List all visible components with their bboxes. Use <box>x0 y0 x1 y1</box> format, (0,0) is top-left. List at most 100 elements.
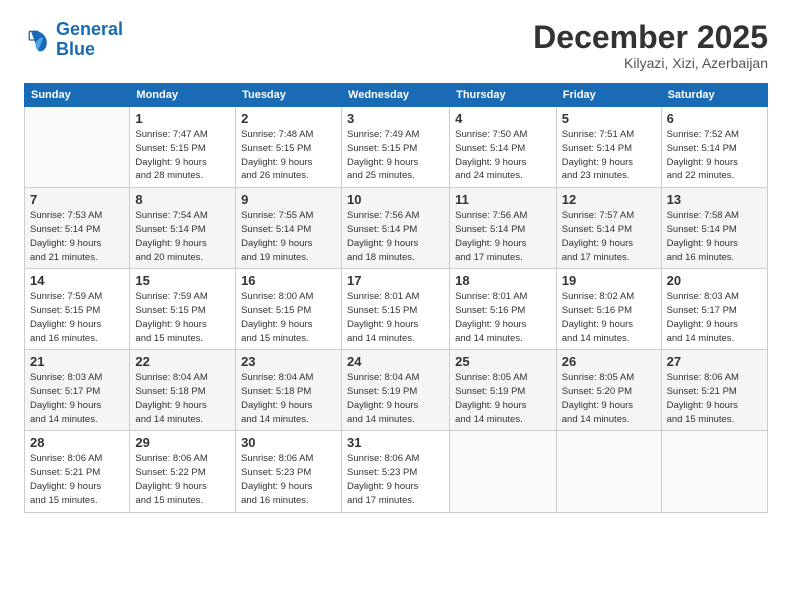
calendar-cell: 1 Sunrise: 7:47 AM Sunset: 5:15 PM Daylig… <box>130 107 236 188</box>
day-number: 17 <box>347 273 444 288</box>
day-info: Sunrise: 7:57 AM Sunset: 5:14 PM Dayligh… <box>562 209 656 264</box>
calendar-cell: 29 Sunrise: 8:06 AM Sunset: 5:22 PM Dayli… <box>130 431 236 512</box>
calendar-cell: 25 Sunrise: 8:05 AM Sunset: 5:19 PM Dayli… <box>450 350 557 431</box>
header-cell-saturday: Saturday <box>661 84 767 107</box>
day-info: Sunrise: 8:05 AM Sunset: 5:20 PM Dayligh… <box>562 371 656 426</box>
day-info: Sunrise: 7:52 AM Sunset: 5:14 PM Dayligh… <box>667 128 762 183</box>
day-number: 10 <box>347 192 444 207</box>
day-info: Sunrise: 8:06 AM Sunset: 5:21 PM Dayligh… <box>667 371 762 426</box>
day-info: Sunrise: 7:56 AM Sunset: 5:14 PM Dayligh… <box>347 209 444 264</box>
calendar-cell: 19 Sunrise: 8:02 AM Sunset: 5:16 PM Dayli… <box>556 269 661 350</box>
day-info: Sunrise: 8:06 AM Sunset: 5:22 PM Dayligh… <box>135 452 230 507</box>
day-info: Sunrise: 7:55 AM Sunset: 5:14 PM Dayligh… <box>241 209 336 264</box>
title-block: December 2025 Kilyazi, Xizi, Azerbaijan <box>533 20 768 71</box>
calendar-cell: 22 Sunrise: 8:04 AM Sunset: 5:18 PM Dayli… <box>130 350 236 431</box>
calendar-cell: 11 Sunrise: 7:56 AM Sunset: 5:14 PM Dayli… <box>450 188 557 269</box>
day-info: Sunrise: 7:56 AM Sunset: 5:14 PM Dayligh… <box>455 209 551 264</box>
day-info: Sunrise: 7:47 AM Sunset: 5:15 PM Dayligh… <box>135 128 230 183</box>
header-cell-friday: Friday <box>556 84 661 107</box>
calendar-cell: 18 Sunrise: 8:01 AM Sunset: 5:16 PM Dayli… <box>450 269 557 350</box>
calendar-cell <box>661 431 767 512</box>
day-number: 26 <box>562 354 656 369</box>
day-number: 12 <box>562 192 656 207</box>
day-info: Sunrise: 8:01 AM Sunset: 5:15 PM Dayligh… <box>347 290 444 345</box>
day-number: 8 <box>135 192 230 207</box>
day-number: 4 <box>455 111 551 126</box>
calendar-cell: 23Sunrise: 8:04 AM Sunset: 5:18 PM Dayli… <box>236 350 342 431</box>
day-number: 29 <box>135 435 230 450</box>
page: General Blue December 2025 Kilyazi, Xizi… <box>0 0 792 612</box>
day-info: Sunrise: 7:59 AM Sunset: 5:15 PM Dayligh… <box>30 290 124 345</box>
month-title: December 2025 <box>533 20 768 55</box>
day-info: Sunrise: 8:04 AM Sunset: 5:19 PM Dayligh… <box>347 371 444 426</box>
week-row: 21 Sunrise: 8:03 AM Sunset: 5:17 PM Dayli… <box>25 350 768 431</box>
day-number: 13 <box>667 192 762 207</box>
calendar-cell: 15 Sunrise: 7:59 AM Sunset: 5:15 PM Dayli… <box>130 269 236 350</box>
day-number: 19 <box>562 273 656 288</box>
day-info: Sunrise: 8:02 AM Sunset: 5:16 PM Dayligh… <box>562 290 656 345</box>
day-number: 3 <box>347 111 444 126</box>
day-info: Sunrise: 7:59 AM Sunset: 5:15 PM Dayligh… <box>135 290 230 345</box>
calendar-cell: 28Sunrise: 8:06 AM Sunset: 5:21 PM Dayli… <box>25 431 130 512</box>
calendar-cell <box>25 107 130 188</box>
logo-text: General Blue <box>56 20 123 60</box>
calendar-cell: 20 Sunrise: 8:03 AM Sunset: 5:17 PM Dayli… <box>661 269 767 350</box>
day-number: 30 <box>241 435 336 450</box>
calendar-cell <box>450 431 557 512</box>
header: General Blue December 2025 Kilyazi, Xizi… <box>24 20 768 71</box>
day-number: 25 <box>455 354 551 369</box>
calendar-cell: 30 Sunrise: 8:06 AM Sunset: 5:23 PM Dayli… <box>236 431 342 512</box>
day-info: Sunrise: 7:48 AM Sunset: 5:15 PM Dayligh… <box>241 128 336 183</box>
day-info: Sunrise: 8:04 AM Sunset: 5:18 PM Dayligh… <box>135 371 230 426</box>
calendar-cell: 8Sunrise: 7:54 AM Sunset: 5:14 PM Daylig… <box>130 188 236 269</box>
calendar-cell: 13 Sunrise: 7:58 AM Sunset: 5:14 PM Dayli… <box>661 188 767 269</box>
day-number: 18 <box>455 273 551 288</box>
calendar-cell: 12 Sunrise: 7:57 AM Sunset: 5:14 PM Dayli… <box>556 188 661 269</box>
day-number: 2 <box>241 111 336 126</box>
day-info: Sunrise: 7:53 AM Sunset: 5:14 PM Dayligh… <box>30 209 124 264</box>
day-number: 31 <box>347 435 444 450</box>
day-number: 14 <box>30 273 124 288</box>
header-cell-sunday: Sunday <box>25 84 130 107</box>
day-info: Sunrise: 8:03 AM Sunset: 5:17 PM Dayligh… <box>667 290 762 345</box>
location: Kilyazi, Xizi, Azerbaijan <box>533 55 768 71</box>
calendar-cell: 7 Sunrise: 7:53 AM Sunset: 5:14 PM Daylig… <box>25 188 130 269</box>
calendar-cell: 3 Sunrise: 7:49 AM Sunset: 5:15 PM Daylig… <box>342 107 450 188</box>
day-info: Sunrise: 7:58 AM Sunset: 5:14 PM Dayligh… <box>667 209 762 264</box>
day-info: Sunrise: 8:05 AM Sunset: 5:19 PM Dayligh… <box>455 371 551 426</box>
header-cell-tuesday: Tuesday <box>236 84 342 107</box>
week-row: 28Sunrise: 8:06 AM Sunset: 5:21 PM Dayli… <box>25 431 768 512</box>
calendar-table: SundayMondayTuesdayWednesdayThursdayFrid… <box>24 83 768 512</box>
calendar-cell: 27Sunrise: 8:06 AM Sunset: 5:21 PM Dayli… <box>661 350 767 431</box>
week-row: 14 Sunrise: 7:59 AM Sunset: 5:15 PM Dayli… <box>25 269 768 350</box>
calendar-cell: 16Sunrise: 8:00 AM Sunset: 5:15 PM Dayli… <box>236 269 342 350</box>
calendar-cell: 21 Sunrise: 8:03 AM Sunset: 5:17 PM Dayli… <box>25 350 130 431</box>
day-info: Sunrise: 8:00 AM Sunset: 5:15 PM Dayligh… <box>241 290 336 345</box>
calendar-cell: 31Sunrise: 8:06 AM Sunset: 5:23 PM Dayli… <box>342 431 450 512</box>
day-number: 7 <box>30 192 124 207</box>
day-number: 20 <box>667 273 762 288</box>
day-info: Sunrise: 8:06 AM Sunset: 5:21 PM Dayligh… <box>30 452 124 507</box>
day-info: Sunrise: 7:50 AM Sunset: 5:14 PM Dayligh… <box>455 128 551 183</box>
calendar-cell: 4 Sunrise: 7:50 AM Sunset: 5:14 PM Daylig… <box>450 107 557 188</box>
day-info: Sunrise: 7:49 AM Sunset: 5:15 PM Dayligh… <box>347 128 444 183</box>
day-number: 6 <box>667 111 762 126</box>
day-info: Sunrise: 7:51 AM Sunset: 5:14 PM Dayligh… <box>562 128 656 183</box>
day-number: 1 <box>135 111 230 126</box>
calendar-cell: 2 Sunrise: 7:48 AM Sunset: 5:15 PM Daylig… <box>236 107 342 188</box>
day-number: 23 <box>241 354 336 369</box>
day-number: 15 <box>135 273 230 288</box>
calendar-cell: 26 Sunrise: 8:05 AM Sunset: 5:20 PM Dayli… <box>556 350 661 431</box>
calendar-cell: 17 Sunrise: 8:01 AM Sunset: 5:15 PM Dayli… <box>342 269 450 350</box>
day-info: Sunrise: 8:06 AM Sunset: 5:23 PM Dayligh… <box>241 452 336 507</box>
week-row: 7 Sunrise: 7:53 AM Sunset: 5:14 PM Daylig… <box>25 188 768 269</box>
day-number: 21 <box>30 354 124 369</box>
day-number: 11 <box>455 192 551 207</box>
header-cell-monday: Monday <box>130 84 236 107</box>
day-info: Sunrise: 8:01 AM Sunset: 5:16 PM Dayligh… <box>455 290 551 345</box>
day-info: Sunrise: 8:03 AM Sunset: 5:17 PM Dayligh… <box>30 371 124 426</box>
calendar-cell: 5Sunrise: 7:51 AM Sunset: 5:14 PM Daylig… <box>556 107 661 188</box>
calendar-cell: 9Sunrise: 7:55 AM Sunset: 5:14 PM Daylig… <box>236 188 342 269</box>
logo-icon <box>24 26 52 54</box>
day-number: 22 <box>135 354 230 369</box>
